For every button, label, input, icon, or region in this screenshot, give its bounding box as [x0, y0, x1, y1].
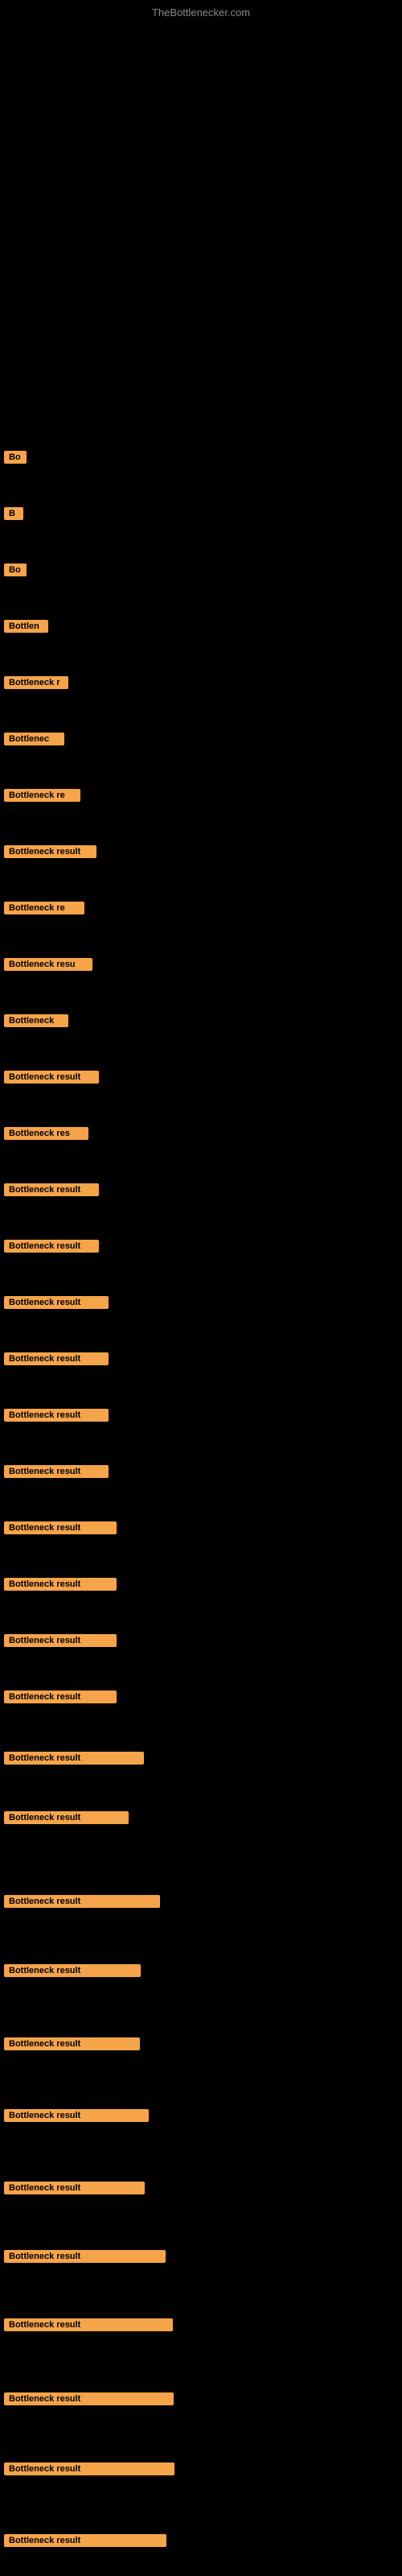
bottleneck-result-item: Bottleneck re [4, 789, 80, 802]
bottleneck-result-item: Bottleneck result [4, 2250, 166, 2263]
bottleneck-result-item: Bottleneck result [4, 1521, 117, 1534]
bottleneck-result-item: Bottleneck result [4, 1634, 117, 1647]
bottleneck-result-item: Bottleneck result [4, 845, 96, 858]
bottleneck-result-item: Bottleneck result [4, 1465, 109, 1478]
bottleneck-result-item: Bottleneck result [4, 2037, 140, 2050]
bottleneck-result-item: Bottleneck re [4, 902, 84, 914]
bottleneck-result-item: Bottleneck result [4, 2182, 145, 2194]
bottleneck-result-item: Bo [4, 564, 27, 576]
bottleneck-result-item: Bottleneck result [4, 1752, 144, 1765]
bottleneck-result-item: Bottleneck result [4, 2392, 174, 2405]
bottleneck-result-item: Bottleneck result [4, 1895, 160, 1908]
bottleneck-result-item: Bottlen [4, 620, 48, 633]
bottleneck-result-item: Bottleneck result [4, 1240, 99, 1253]
bottleneck-result-item: Bottleneck result [4, 1811, 129, 1824]
bottleneck-result-item: Bottleneck result [4, 1409, 109, 1422]
bottleneck-result-item: Bottleneck result [4, 2318, 173, 2331]
bottleneck-result-item: Bottleneck result [4, 1296, 109, 1309]
bottleneck-result-item: Bottleneck result [4, 1578, 117, 1591]
bottleneck-result-item: Bo [4, 451, 27, 464]
bottleneck-result-item: Bottleneck res [4, 1127, 88, 1140]
bottleneck-result-item: Bottleneck result [4, 1964, 141, 1977]
bottleneck-result-item: Bottleneck resu [4, 958, 92, 971]
bottleneck-result-item: Bottlenec [4, 733, 64, 745]
site-title: TheBottlenecker.com [152, 6, 250, 19]
bottleneck-result-item: Bottleneck result [4, 2534, 166, 2547]
bottleneck-result-item: Bottleneck result [4, 1352, 109, 1365]
bottleneck-result-item: Bottleneck result [4, 1690, 117, 1703]
bottleneck-result-item: Bottleneck result [4, 2462, 174, 2475]
bottleneck-result-item: Bottleneck r [4, 676, 68, 689]
bottleneck-result-item: Bottleneck [4, 1014, 68, 1027]
bottleneck-result-item: Bottleneck result [4, 1183, 99, 1196]
bottleneck-result-item: B [4, 507, 23, 520]
bottleneck-result-item: Bottleneck result [4, 1071, 99, 1084]
bottleneck-result-item: Bottleneck result [4, 2109, 149, 2122]
